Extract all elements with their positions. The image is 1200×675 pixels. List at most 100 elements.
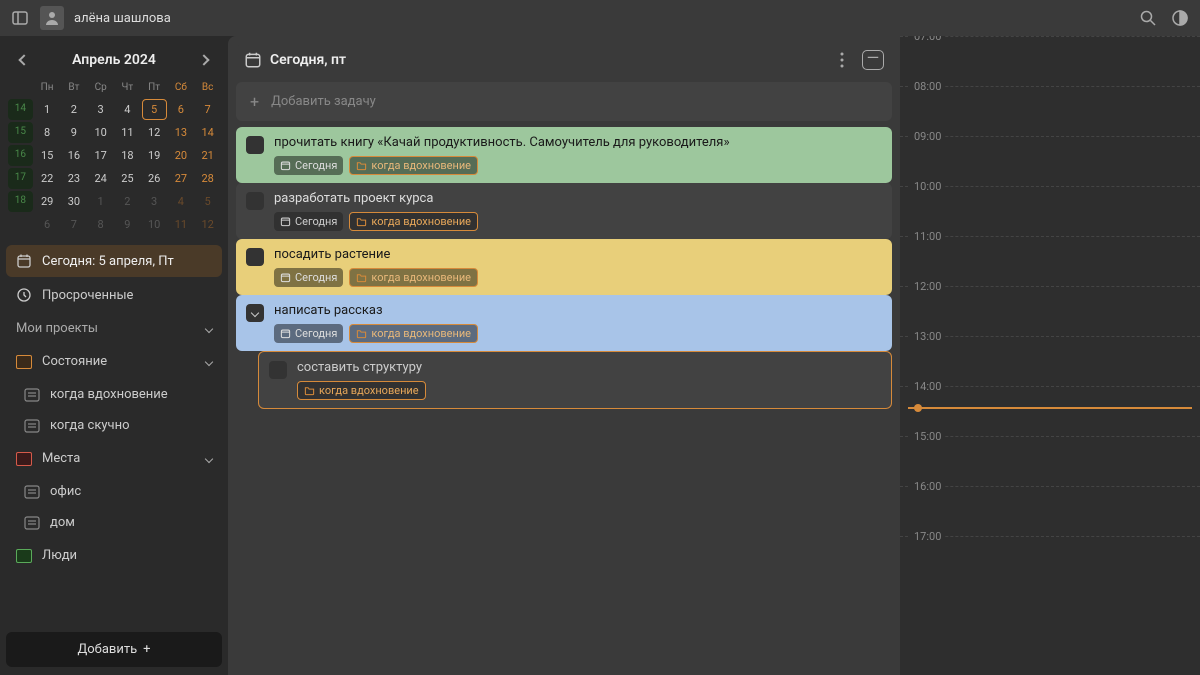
theme-toggle-icon[interactable] — [1170, 8, 1190, 28]
task-date-tag[interactable]: Сегодня — [274, 156, 343, 175]
timeline-hour-row[interactable]: 17:00 — [900, 536, 1200, 586]
task-checkbox[interactable] — [246, 192, 264, 210]
calendar-day[interactable]: 6 — [169, 99, 194, 120]
calendar-day[interactable]: 4 — [169, 191, 194, 212]
task-checkbox[interactable] — [246, 248, 264, 266]
calendar-day[interactable]: 18 — [115, 145, 140, 166]
task-card[interactable]: прочитать книгу «Качай продуктивность. С… — [236, 127, 892, 183]
calendar-day[interactable]: 21 — [195, 145, 220, 166]
calendar-dow: Пн — [35, 78, 60, 97]
calendar-day[interactable]: 7 — [195, 99, 220, 120]
avatar[interactable] — [40, 6, 64, 30]
timeline-hour-row[interactable]: 13:00 — [900, 336, 1200, 386]
calendar-day[interactable]: 3 — [88, 99, 113, 120]
calendar-day[interactable]: 6 — [35, 214, 60, 235]
calendar-day[interactable]: 20 — [169, 145, 194, 166]
calendar-toggle-icon[interactable] — [862, 50, 884, 70]
calendar-day[interactable]: 10 — [88, 122, 113, 143]
calendar-day[interactable]: 9 — [115, 214, 140, 235]
calendar-day[interactable]: 12 — [142, 122, 167, 143]
timeline-hour-row[interactable]: 07:00 — [900, 36, 1200, 86]
sidebar-today[interactable]: Сегодня: 5 апреля, Пт — [6, 245, 222, 277]
timeline-hour-row[interactable]: 12:00 — [900, 286, 1200, 336]
calendar-day[interactable]: 28 — [195, 168, 220, 189]
sidebar-sub-item[interactable]: дом — [6, 507, 222, 538]
sidebar-overdue[interactable]: Просроченные — [6, 279, 222, 311]
timeline-hour-row[interactable]: 15:00 — [900, 436, 1200, 486]
task-date-tag[interactable]: Сегодня — [274, 268, 343, 287]
sidebar-sub-item[interactable]: когда скучно — [6, 410, 222, 441]
task-context-tag[interactable]: когда вдохновение — [349, 156, 478, 175]
calendar-day[interactable]: 2 — [62, 99, 87, 120]
calendar-day[interactable]: 1 — [88, 191, 113, 212]
timeline-hour-row[interactable]: 09:00 — [900, 136, 1200, 186]
collapse-sidebar-icon[interactable] — [10, 8, 30, 28]
task-date-tag[interactable]: Сегодня — [274, 212, 343, 231]
calendar-day[interactable]: 9 — [62, 122, 87, 143]
task-expand-toggle[interactable] — [246, 304, 264, 322]
calendar-day[interactable]: 27 — [169, 168, 194, 189]
calendar-day[interactable]: 4 — [115, 99, 140, 120]
timeline-hour-row[interactable]: 14:00 — [900, 386, 1200, 436]
task-card[interactable]: написать рассказ Сегодня когда вдохновен… — [236, 295, 892, 351]
calendar-dow: Сб — [169, 78, 194, 97]
calendar-day[interactable]: 22 — [35, 168, 60, 189]
task-context-tag[interactable]: когда вдохновение — [349, 268, 478, 287]
calendar-day[interactable]: 10 — [142, 214, 167, 235]
calendar-day[interactable]: 17 — [88, 145, 113, 166]
calendar-day[interactable]: 26 — [142, 168, 167, 189]
sidebar-sub-item[interactable]: когда вдохновение — [6, 379, 222, 410]
calendar-day[interactable]: 13 — [169, 122, 194, 143]
calendar-day[interactable]: 30 — [62, 191, 87, 212]
task-date-tag[interactable]: Сегодня — [274, 324, 343, 343]
username[interactable]: алёна шашлова — [74, 11, 171, 26]
add-task-row[interactable]: + Добавить задачу — [236, 82, 892, 121]
sidebar-sub-item[interactable]: офис — [6, 476, 222, 507]
timeline-hour-row[interactable]: 08:00 — [900, 86, 1200, 136]
sidebar: Апрель 2024 ПнВтСрЧтПтСбВс14123456715891… — [0, 36, 228, 675]
task-checkbox[interactable] — [246, 136, 264, 154]
folder-icon — [16, 355, 32, 369]
sidebar-projects-header[interactable]: Мои проекты — [6, 313, 222, 344]
calendar-day[interactable]: 5 — [142, 99, 167, 120]
calendar-next[interactable] — [194, 50, 214, 70]
calendar-day[interactable]: 1 — [35, 99, 60, 120]
calendar-day[interactable]: 14 — [195, 122, 220, 143]
calendar-day[interactable]: 15 — [35, 145, 60, 166]
timeline[interactable]: 07:00 08:00 09:00 10:00 11:00 12:00 13:0… — [900, 36, 1200, 675]
calendar-day[interactable]: 11 — [115, 122, 140, 143]
calendar-day[interactable]: 25 — [115, 168, 140, 189]
calendar-day[interactable]: 7 — [62, 214, 87, 235]
task-context-tag[interactable]: когда вдохновение — [349, 324, 478, 343]
calendar-day[interactable]: 24 — [88, 168, 113, 189]
calendar-week-num: 16 — [8, 145, 33, 166]
task-title: посадить растение — [274, 247, 882, 262]
calendar-day[interactable]: 8 — [88, 214, 113, 235]
sidebar-folder-state[interactable]: Состояние — [6, 346, 222, 377]
calendar-day[interactable]: 23 — [62, 168, 87, 189]
task-card[interactable]: посадить растение Сегодня когда вдохнове… — [236, 239, 892, 295]
sidebar-folder-places[interactable]: Места — [6, 443, 222, 474]
sidebar-folder-people[interactable]: Люди — [6, 540, 222, 571]
calendar-day[interactable]: 8 — [35, 122, 60, 143]
calendar-day[interactable]: 19 — [142, 145, 167, 166]
calendar-day[interactable]: 29 — [35, 191, 60, 212]
task-card-subtask[interactable]: составить структуру когда вдохновение — [258, 351, 892, 409]
timeline-hour-row[interactable]: 11:00 — [900, 236, 1200, 286]
calendar-prev[interactable] — [14, 50, 34, 70]
search-icon[interactable] — [1138, 8, 1158, 28]
add-button[interactable]: Добавить + — [6, 632, 222, 667]
timeline-hour-row[interactable]: 10:00 — [900, 186, 1200, 236]
task-context-tag[interactable]: когда вдохновение — [349, 212, 478, 231]
calendar-day[interactable]: 16 — [62, 145, 87, 166]
calendar-day[interactable]: 5 — [195, 191, 220, 212]
task-checkbox[interactable] — [269, 361, 287, 379]
calendar-day[interactable]: 11 — [169, 214, 194, 235]
timeline-hour-row[interactable]: 16:00 — [900, 486, 1200, 536]
task-card[interactable]: разработать проект курса Сегодня когда в… — [236, 183, 892, 239]
task-context-tag[interactable]: когда вдохновение — [297, 381, 426, 400]
calendar-day[interactable]: 2 — [115, 191, 140, 212]
calendar-day[interactable]: 3 — [142, 191, 167, 212]
calendar-day[interactable]: 12 — [195, 214, 220, 235]
more-icon[interactable] — [832, 50, 852, 70]
